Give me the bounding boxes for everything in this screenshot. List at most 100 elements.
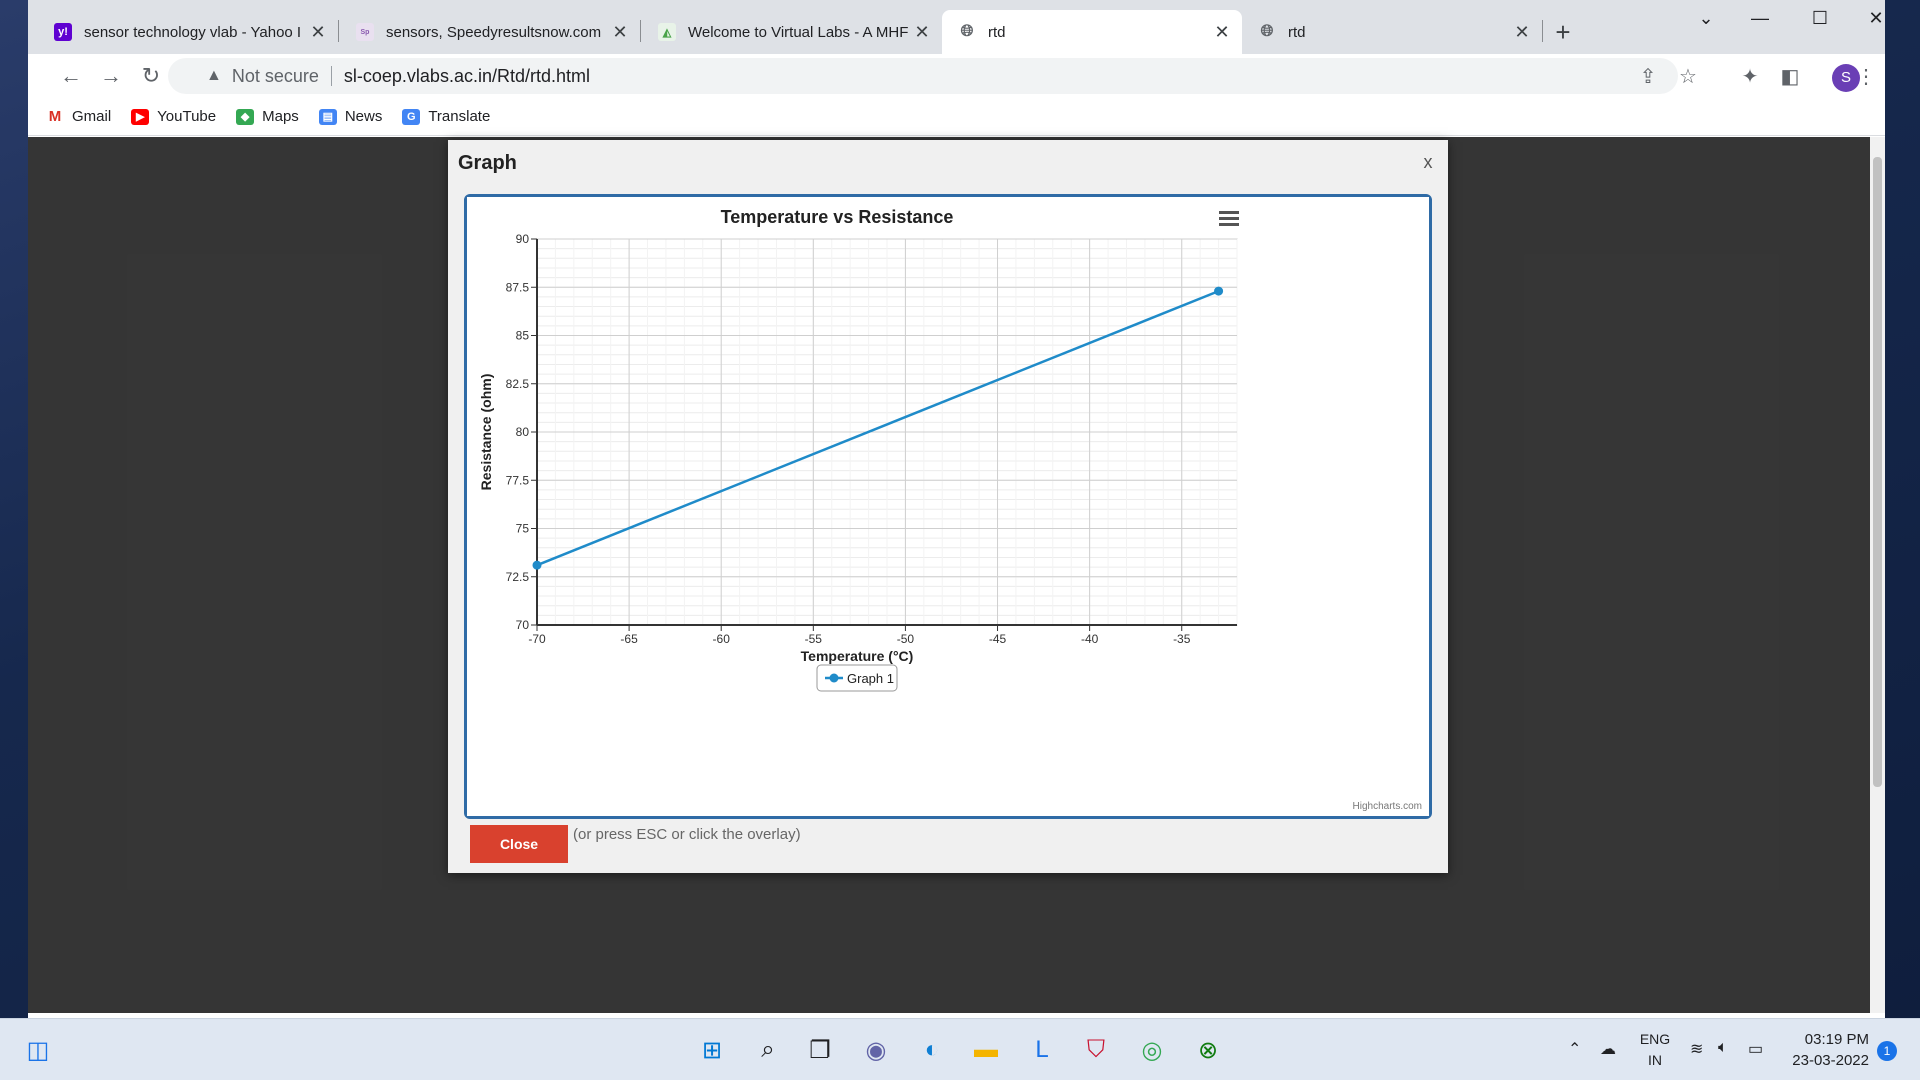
bookmark-label: Maps bbox=[262, 108, 299, 125]
tab-title: rtd bbox=[1288, 23, 1306, 41]
x-tick-label: -50 bbox=[897, 632, 915, 646]
minimize-icon[interactable]: — bbox=[1740, 8, 1780, 29]
taskbar: ◫ ⊞ ⌕ ❐ ◉ ◐ ▬ L ⛉ ◎ ⊗ ⌃ ☁ ENG IN ≋ 🔈︎ ▭ … bbox=[0, 1018, 1920, 1080]
y-tick-label: 85 bbox=[516, 329, 530, 343]
profile-avatar[interactable]: S bbox=[1832, 64, 1860, 92]
menu-bar bbox=[1219, 211, 1239, 214]
tab-close-icon[interactable]: ✕ bbox=[1212, 22, 1232, 43]
tab-close-icon[interactable]: ✕ bbox=[1512, 22, 1532, 43]
address-bar[interactable]: ▲ Not secure sl-coep.vlabs.ac.in/Rtd/rtd… bbox=[168, 58, 1678, 94]
y-tick-label: 87.5 bbox=[506, 280, 530, 294]
share-icon[interactable]: ⇪ bbox=[1636, 65, 1660, 89]
side-panel-icon[interactable]: ◧ bbox=[1778, 65, 1802, 89]
launcher-icon[interactable]: L bbox=[1022, 1030, 1062, 1070]
region-code: IN bbox=[1648, 1052, 1662, 1068]
y-tick-label: 75 bbox=[516, 522, 530, 536]
y-tick-label: 72.5 bbox=[506, 570, 530, 584]
show-hidden-icons-icon[interactable]: ⌃ bbox=[1568, 1039, 1581, 1059]
bookmark-translate[interactable]: G Translate bbox=[402, 108, 490, 125]
legend-label: Graph 1 bbox=[847, 671, 894, 686]
tab-title: sensor technology vlab - Yahoo I bbox=[84, 23, 302, 41]
bookmark-youtube[interactable]: ▶ YouTube bbox=[131, 108, 216, 125]
bookmark-label: News bbox=[344, 108, 383, 125]
edge-icon[interactable]: ◐ bbox=[912, 1030, 952, 1070]
chart-credit: Highcharts.com bbox=[1353, 801, 1422, 812]
mcafee-icon[interactable]: ⛉ bbox=[1076, 1030, 1116, 1070]
reload-icon[interactable]: ↻ bbox=[136, 64, 166, 88]
y-tick-label: 70 bbox=[516, 618, 530, 632]
url-text: sl-coep.vlabs.ac.in/Rtd/rtd.html bbox=[343, 65, 590, 86]
tab-search-chevron-icon[interactable]: ⌄ bbox=[1686, 8, 1726, 29]
wifi-icon[interactable]: ≋ bbox=[1690, 1039, 1703, 1059]
bookmarks-bar: M Gmail ▶ YouTube ◆ Maps ▤ News G Transl… bbox=[28, 98, 1885, 136]
tab-rtd-active[interactable]: 🌐︎ rtd ✕ bbox=[942, 10, 1242, 54]
x-tick-label: -60 bbox=[713, 632, 731, 646]
new-tab-icon[interactable]: + bbox=[1548, 18, 1578, 46]
x-tick-label: -35 bbox=[1173, 632, 1191, 646]
forward-icon[interactable]: → bbox=[96, 64, 126, 88]
tab-strip: y! sensor technology vlab - Yahoo I ✕ Sp… bbox=[28, 0, 1885, 54]
back-icon[interactable]: ← bbox=[56, 64, 86, 88]
chrome-icon[interactable]: ◎ bbox=[1132, 1030, 1172, 1070]
globe-icon: 🌐︎ bbox=[1260, 23, 1274, 40]
bookmark-gmail[interactable]: M Gmail bbox=[46, 108, 111, 125]
page-scrollbar[interactable] bbox=[1870, 137, 1885, 1013]
clock[interactable]: 03:19 PM 23-03-2022 bbox=[1785, 1029, 1869, 1071]
speedy-icon: Sp bbox=[356, 23, 374, 41]
bookmark-star-icon[interactable]: ☆ bbox=[1676, 65, 1700, 89]
tab-title: rtd bbox=[988, 23, 1006, 41]
tab-close-icon[interactable]: ✕ bbox=[912, 22, 932, 43]
data-point bbox=[532, 560, 542, 570]
onedrive-icon[interactable]: ☁ bbox=[1600, 1039, 1616, 1059]
clock-time: 03:19 PM bbox=[1804, 1031, 1869, 1048]
globe-icon: 🌐︎ bbox=[960, 23, 974, 40]
task-view-icon[interactable]: ❐ bbox=[800, 1030, 840, 1070]
menu-bar bbox=[1219, 223, 1239, 226]
tab-title: sensors, Speedyresultsnow.com bbox=[386, 23, 602, 41]
vlabs-icon: ◭ bbox=[658, 23, 676, 41]
tab-virtual-labs[interactable]: ◭ Welcome to Virtual Labs - A MHF ✕ bbox=[642, 10, 942, 54]
youtube-icon: ▶ bbox=[131, 108, 150, 125]
chart-menu-icon[interactable] bbox=[1219, 211, 1239, 226]
close-hint-text: (or press ESC or click the overlay) bbox=[573, 826, 801, 843]
tab-close-icon[interactable]: ✕ bbox=[308, 22, 328, 43]
scrollbar-thumb[interactable] bbox=[1873, 157, 1882, 787]
tab-close-icon[interactable]: ✕ bbox=[610, 22, 630, 43]
dialog-close-icon[interactable]: x bbox=[1418, 152, 1438, 173]
notification-badge[interactable]: 1 bbox=[1877, 1041, 1897, 1061]
data-point bbox=[1214, 286, 1224, 296]
translate-icon: G bbox=[402, 108, 421, 125]
battery-icon[interactable]: ▭ bbox=[1748, 1039, 1763, 1059]
x-tick-label: -65 bbox=[620, 632, 638, 646]
language-indicator[interactable]: ENG IN bbox=[1635, 1029, 1675, 1071]
news-icon: ▤ bbox=[318, 108, 337, 125]
bookmark-maps[interactable]: ◆ Maps bbox=[236, 108, 299, 125]
close-button[interactable]: Close bbox=[470, 825, 568, 863]
language-code: ENG bbox=[1639, 1031, 1671, 1047]
volume-icon[interactable]: 🔈︎ bbox=[1718, 1039, 1728, 1057]
menu-bar bbox=[1219, 217, 1239, 220]
bookmark-label: Translate bbox=[428, 108, 491, 125]
search-icon[interactable]: ⌕ bbox=[748, 1030, 788, 1070]
close-window-icon[interactable]: ✕ bbox=[1856, 8, 1896, 29]
yahoo-icon: y! bbox=[54, 23, 72, 41]
x-tick-label: -40 bbox=[1081, 632, 1099, 646]
gmail-icon: M bbox=[46, 108, 64, 125]
tab-yahoo[interactable]: y! sensor technology vlab - Yahoo I ✕ bbox=[38, 10, 338, 54]
extensions-icon[interactable]: ✦ bbox=[1738, 65, 1762, 89]
tab-rtd[interactable]: 🌐︎ rtd ✕ bbox=[1242, 10, 1542, 54]
chat-icon[interactable]: ◉ bbox=[856, 1030, 896, 1070]
x-axis-title: Temperature (°C) bbox=[801, 648, 914, 664]
x-tick-label: -45 bbox=[989, 632, 1007, 646]
start-icon[interactable]: ⊞ bbox=[692, 1030, 732, 1070]
y-axis-title: Resistance (ohm) bbox=[478, 374, 494, 491]
widgets-icon[interactable]: ◫ bbox=[18, 1030, 58, 1070]
bookmark-news[interactable]: ▤ News bbox=[318, 108, 383, 125]
tab-speedyresults[interactable]: Sp sensors, Speedyresultsnow.com ✕ bbox=[340, 10, 640, 54]
maximize-icon[interactable]: ☐ bbox=[1800, 8, 1840, 29]
y-tick-label: 80 bbox=[516, 425, 530, 439]
tab-title: Welcome to Virtual Labs - A MHF bbox=[688, 23, 909, 41]
file-explorer-icon[interactable]: ▬ bbox=[966, 1030, 1006, 1070]
xbox-icon[interactable]: ⊗ bbox=[1188, 1030, 1228, 1070]
warning-icon[interactable]: ▲ bbox=[206, 67, 222, 85]
